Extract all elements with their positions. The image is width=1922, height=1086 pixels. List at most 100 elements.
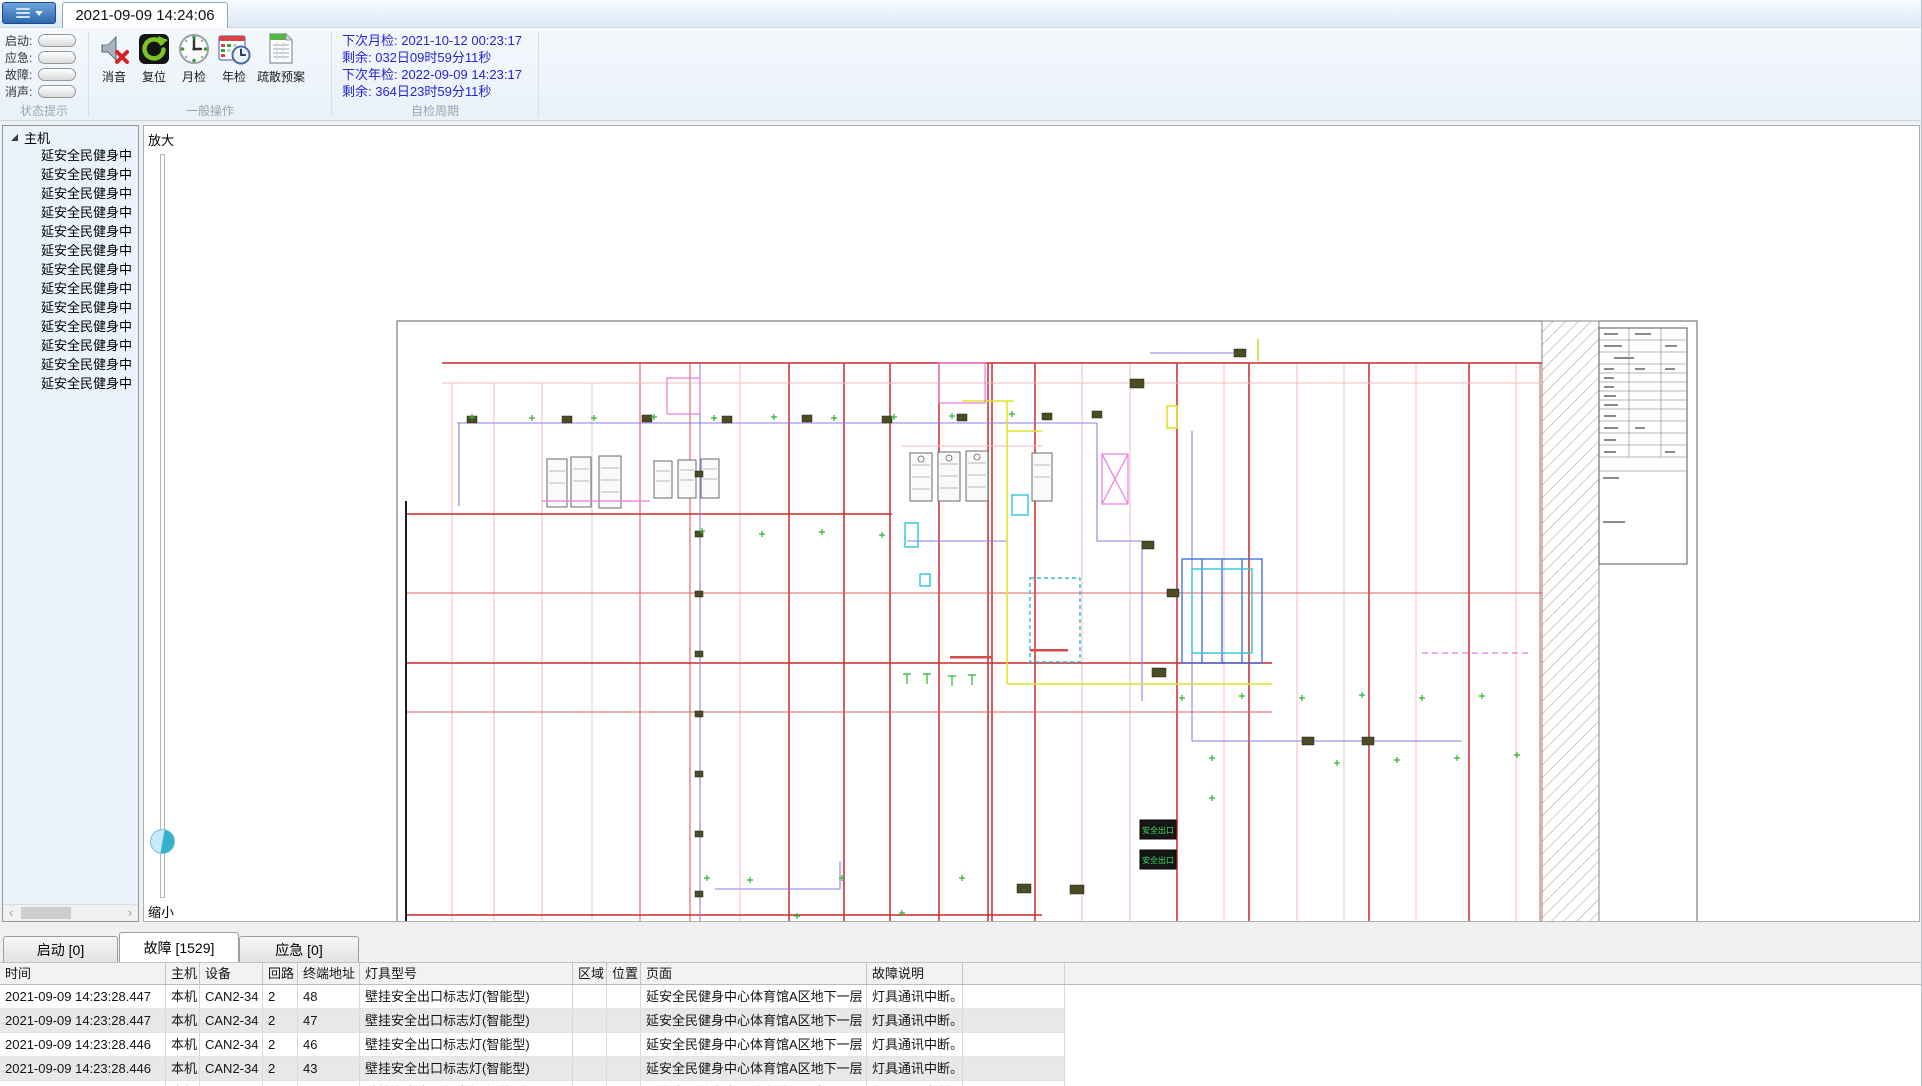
cell-area (573, 1009, 607, 1032)
event-tab-bar: 启动 [0] 故障 [1529] 应急 [0] (0, 932, 1922, 962)
column-header-time[interactable]: 时间 (0, 963, 166, 984)
tree-item-station[interactable]: 延安全民健身中 (3, 165, 137, 184)
column-header-fault-description[interactable]: 故障说明 (867, 963, 963, 984)
fault-table-row[interactable]: 2021-09-09 14:23:28.446本机CAN2-34246壁挂安全出… (0, 1033, 1065, 1057)
column-header-area[interactable]: 区域 (573, 963, 607, 984)
tab-emergency-events[interactable]: 应急 [0] (239, 936, 359, 962)
zoom-in-label[interactable]: 放大 (148, 130, 174, 149)
column-header-device[interactable]: 设备 (200, 963, 263, 984)
app-menu-button[interactable] (2, 2, 56, 24)
tab-start-events[interactable]: 启动 [0] (3, 936, 118, 962)
menu-icon (16, 6, 30, 20)
zoom-slider-thumb[interactable] (150, 829, 175, 854)
annual-check-button[interactable]: 年检 (217, 32, 251, 85)
cell-terminal-address: 46 (298, 1033, 360, 1056)
tree-item-station[interactable]: 延安全民健身中 (3, 279, 137, 298)
scroll-left-arrow-icon[interactable]: ‹ (3, 905, 19, 921)
tree-item-station[interactable]: 延安全民健身中 (3, 336, 137, 355)
cell-time: 2021-09-09 14:23:28.446 (0, 1057, 166, 1080)
zoom-slider-track[interactable] (160, 154, 165, 898)
exit-sign-text: 安全出口 (1142, 825, 1174, 835)
hatched-wall-strip (1542, 321, 1599, 922)
fault-table-row[interactable]: 2021-09-09 14:23:28.447本机CAN2-34247壁挂安全出… (0, 1009, 1065, 1033)
column-header-empty (963, 963, 1065, 984)
column-header-host[interactable]: 主机 (166, 963, 200, 984)
monthly-check-button[interactable]: 月检 (177, 32, 211, 85)
tree-item-station[interactable]: 延安全民健身中 (3, 317, 137, 336)
tree-item-station[interactable]: 延安全民健身中 (3, 241, 137, 260)
reset-icon (137, 32, 171, 66)
cell-location (607, 1009, 641, 1032)
cell-loop: 2 (263, 1057, 298, 1080)
tree-horizontal-scrollbar[interactable]: ‹ › (3, 904, 138, 921)
cell-host: 本机 (166, 1081, 200, 1086)
title-bar: 2021-09-09 14:24:06 (0, 0, 1922, 28)
reset-button[interactable]: 复位 (137, 32, 171, 85)
plan-viewport[interactable]: 放大 缩小 .rs{stroke:#c92a2a;stroke-width:1.… (143, 125, 1920, 922)
exit-sign-text: 安全出口 (1142, 855, 1174, 865)
current-time-tab[interactable]: 2021-09-09 14:24:06 (62, 2, 228, 28)
tree-item-station[interactable]: 延安全民健身中 (3, 222, 137, 241)
scroll-right-arrow-icon[interactable]: › (122, 905, 138, 921)
tree-item-station[interactable]: 延安全民健身中 (3, 146, 137, 165)
status-indicator-lamp (38, 68, 76, 81)
tree-item-station[interactable]: 延安全民健身中 (3, 355, 137, 374)
cell-area (573, 1057, 607, 1080)
column-header-loop[interactable]: 回路 (263, 963, 298, 984)
cell-device: CAN2-34 (200, 1033, 263, 1056)
cell-fault-description: 灯具通讯中断。 (867, 1081, 963, 1086)
column-header-location[interactable]: 位置 (607, 963, 641, 984)
cell-time: 2021-09-09 14:23:28.446 (0, 1033, 166, 1056)
status-row: 消声: (5, 83, 88, 100)
cell-lamp-model: 壁挂安全出口标志灯(智能型) (360, 1057, 573, 1080)
column-header-page[interactable]: 页面 (641, 963, 867, 984)
zoom-out-label[interactable]: 缩小 (148, 902, 174, 921)
scrollbar-thumb[interactable] (21, 907, 71, 919)
cell-host: 本机 (166, 985, 200, 1008)
tree-item-station[interactable]: 延安全民健身中 (3, 184, 137, 203)
evacuation-plan-button[interactable]: 疏散预案 (257, 32, 305, 85)
tree-root-host[interactable]: 主机 (3, 126, 138, 146)
column-header-terminal-address[interactable]: 终端地址 (298, 963, 360, 984)
cell-terminal-address: 48 (298, 985, 360, 1008)
cell-location (607, 1033, 641, 1056)
annual-check-calendar-icon (217, 32, 251, 66)
mute-button-label: 消音 (102, 68, 126, 85)
fault-table-row[interactable]: 2021-09-09 14:23:28.447本机CAN2-34248壁挂安全出… (0, 985, 1065, 1009)
actions-group-caption: 一般操作 (89, 102, 331, 119)
next-annual-check-text: 下次年检: 2022-09-09 14:23:17 (342, 66, 538, 83)
reset-button-label: 复位 (142, 68, 166, 85)
tree-item-station[interactable]: 延安全民健身中 (3, 298, 137, 317)
tree-expander-icon[interactable] (9, 132, 19, 142)
cell-empty (963, 1033, 1065, 1056)
cell-fault-description: 灯具通讯中断。 (867, 1033, 963, 1056)
status-row: 故障: (5, 66, 88, 83)
selfcheck-group-caption: 自检周期 (332, 102, 538, 119)
tree-item-station[interactable]: 延安全民健身中 (3, 203, 137, 222)
status-label: 故障: (5, 66, 38, 83)
tab-fault-events[interactable]: 故障 [1529] (119, 932, 239, 962)
tab-fault-label: 故障 [1529] (144, 938, 215, 958)
annual-remaining-text: 剩余: 364日23时59分11秒 (342, 83, 538, 100)
cell-empty (963, 1057, 1065, 1080)
tree-item-station[interactable]: 延安全民健身中 (3, 374, 137, 393)
fault-table-row[interactable]: 2021-09-09 14:23:28.445本机CAN2-34242壁挂安全出… (0, 1081, 1065, 1086)
cell-loop: 2 (263, 1033, 298, 1056)
device-tree-panel: 主机 延安全民健身中 延安全民健身中 延安全民健身中 延安全民健身中 延安全民健… (2, 125, 139, 922)
cell-device: CAN2-34 (200, 1009, 263, 1032)
status-label: 消声: (5, 83, 38, 100)
floor-plan-drawing: .rs{stroke:#c92a2a;stroke-width:1.5}.rm{… (176, 126, 1920, 922)
tree-item-station[interactable]: 延安全民健身中 (3, 260, 137, 279)
column-header-lamp-model[interactable]: 灯具型号 (360, 963, 573, 984)
tab-emergency-label: 应急 [0] (275, 940, 322, 960)
annual-check-button-label: 年检 (222, 68, 246, 85)
next-monthly-check-text: 下次月检: 2021-10-12 00:23:17 (342, 32, 538, 49)
title-block (1599, 328, 1687, 564)
table-header-row: 时间主机设备回路终端地址灯具型号区域位置页面故障说明 (0, 962, 1922, 985)
cell-terminal-address: 47 (298, 1009, 360, 1032)
mute-button[interactable]: 消音 (97, 32, 131, 85)
status-hint-group: 启动: 应急: 故障: 消声: 状态提示 (0, 28, 88, 120)
cell-lamp-model: 壁挂安全出口标志灯(智能型) (360, 1009, 573, 1032)
fault-table-row[interactable]: 2021-09-09 14:23:28.446本机CAN2-34243壁挂安全出… (0, 1057, 1065, 1081)
cell-location (607, 985, 641, 1008)
